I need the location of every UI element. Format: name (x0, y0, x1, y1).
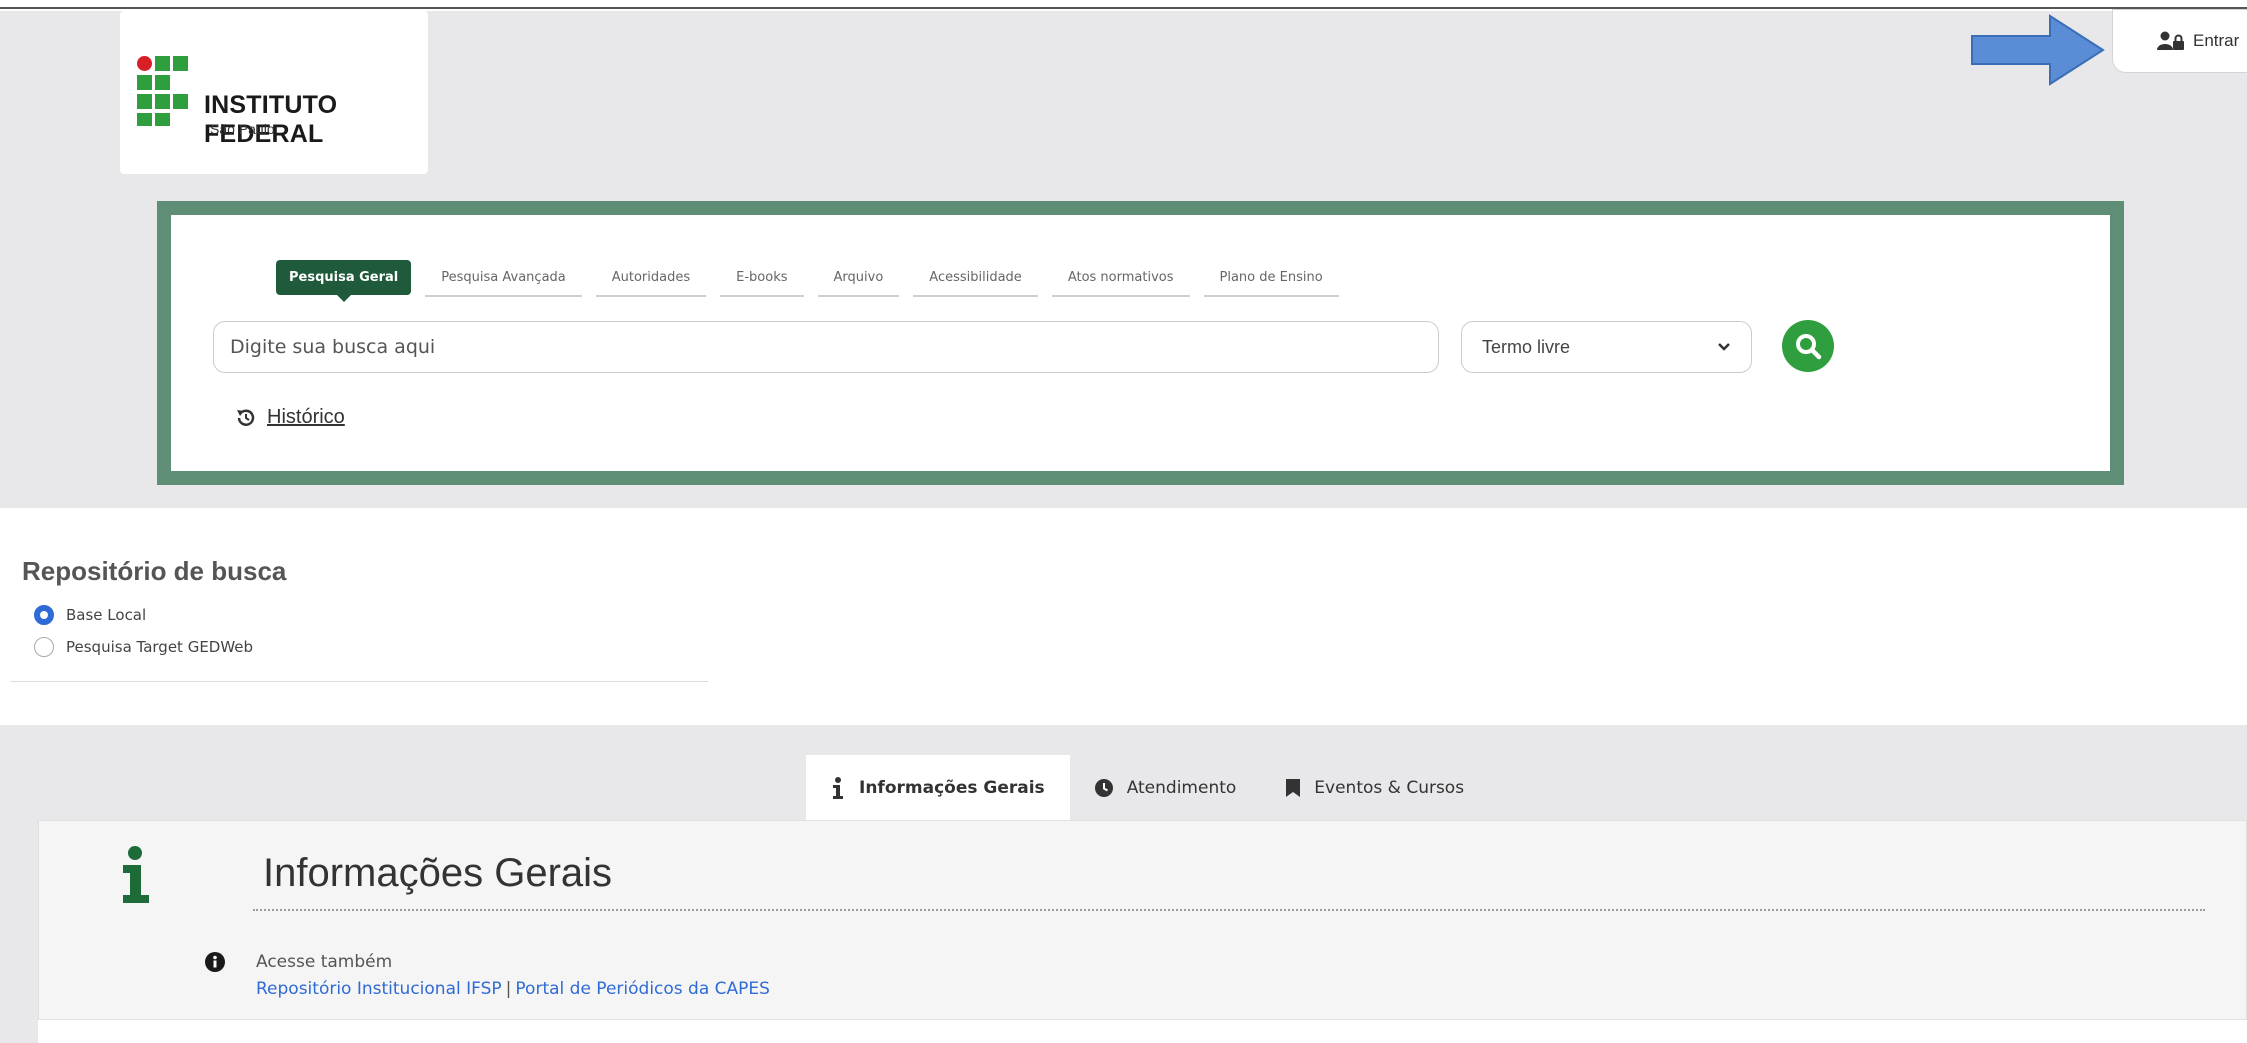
tab-informacoes-gerais[interactable]: Informações Gerais (806, 755, 1070, 820)
logo[interactable]: INSTITUTO FEDERAL São Paulo (120, 11, 428, 174)
info-tabs: Informações Gerais Atendimento Eventos &… (806, 755, 1489, 820)
info-panel: Informações Gerais Acesse também Reposit… (38, 820, 2247, 1020)
search-type-select[interactable]: Termo livre (1461, 321, 1752, 373)
tab-label: Eventos & Cursos (1314, 777, 1465, 798)
search-button[interactable] (1782, 320, 1834, 372)
tab-e-books[interactable]: E-books (720, 260, 804, 297)
chevron-down-icon (1718, 343, 1730, 351)
link-repositorio-ifsp[interactable]: Repositório Institucional IFSP (256, 979, 502, 999)
history-icon (237, 409, 255, 426)
radio-unchecked-icon (34, 637, 54, 657)
info-circle-icon (205, 952, 225, 972)
tab-label: Atendimento (1126, 777, 1237, 798)
search-icon (1796, 334, 1822, 360)
tab-atendimento[interactable]: Atendimento (1070, 755, 1262, 820)
info-links: Repositório Institucional IFSP | Portal de… (256, 979, 770, 999)
logo-subtitle: São Paulo (210, 121, 275, 137)
divider (10, 681, 708, 682)
radio-checked-icon (34, 605, 54, 625)
info-title: Informações Gerais (263, 851, 613, 895)
tab-plano-de-ensino[interactable]: Plano de Ensino (1203, 260, 1339, 297)
tab-pesquisa-avancada[interactable]: Pesquisa Avançada (425, 260, 582, 297)
tab-pesquisa-geral[interactable]: Pesquisa Geral (276, 260, 412, 302)
info-large-icon (123, 846, 149, 903)
info-icon (833, 776, 843, 799)
history-label: Histórico (267, 406, 345, 428)
link-portal-capes[interactable]: Portal de Periódicos da CAPES (515, 979, 770, 999)
search-input[interactable] (213, 321, 1439, 373)
search-tabs: Pesquisa Geral Pesquisa Avançada Autorid… (276, 260, 1339, 302)
radio-target-gedweb[interactable]: Pesquisa Target GEDWeb (34, 637, 253, 657)
logo-name: INSTITUTO FEDERAL (204, 91, 338, 148)
tab-atos-normativos[interactable]: Atos normativos (1051, 260, 1190, 297)
top-rule (0, 0, 2247, 9)
login-label: Entrar (2193, 31, 2240, 50)
login-button[interactable]: Entrar (2112, 9, 2247, 73)
radio-label: Pesquisa Target GEDWeb (66, 638, 254, 656)
tab-label: Informações Gerais (859, 777, 1045, 798)
history-link[interactable]: Histórico (235, 406, 345, 429)
tab-arquivo[interactable]: Arquivo (817, 260, 900, 297)
divider (253, 909, 2205, 911)
radio-label: Base Local (66, 606, 147, 624)
search-panel: Pesquisa Geral Pesquisa Avançada Autorid… (157, 201, 2124, 485)
arrow-right-icon (1971, 14, 2105, 86)
logo-mark (137, 56, 188, 126)
user-lock-icon (2157, 31, 2184, 50)
clock-icon (1094, 778, 1113, 797)
tab-autoridades[interactable]: Autoridades (595, 260, 707, 297)
search-type-value: Termo livre (1482, 336, 1571, 357)
repository-title: Repositório de busca (22, 556, 287, 586)
tab-eventos-cursos[interactable]: Eventos & Cursos (1261, 755, 1489, 820)
bookmark-icon (1286, 778, 1301, 797)
info-note: Acesse também (256, 952, 393, 972)
footer-gap (38, 1020, 2247, 1043)
radio-base-local[interactable]: Base Local (34, 605, 146, 625)
tab-acessibilidade[interactable]: Acessibilidade (913, 260, 1038, 297)
